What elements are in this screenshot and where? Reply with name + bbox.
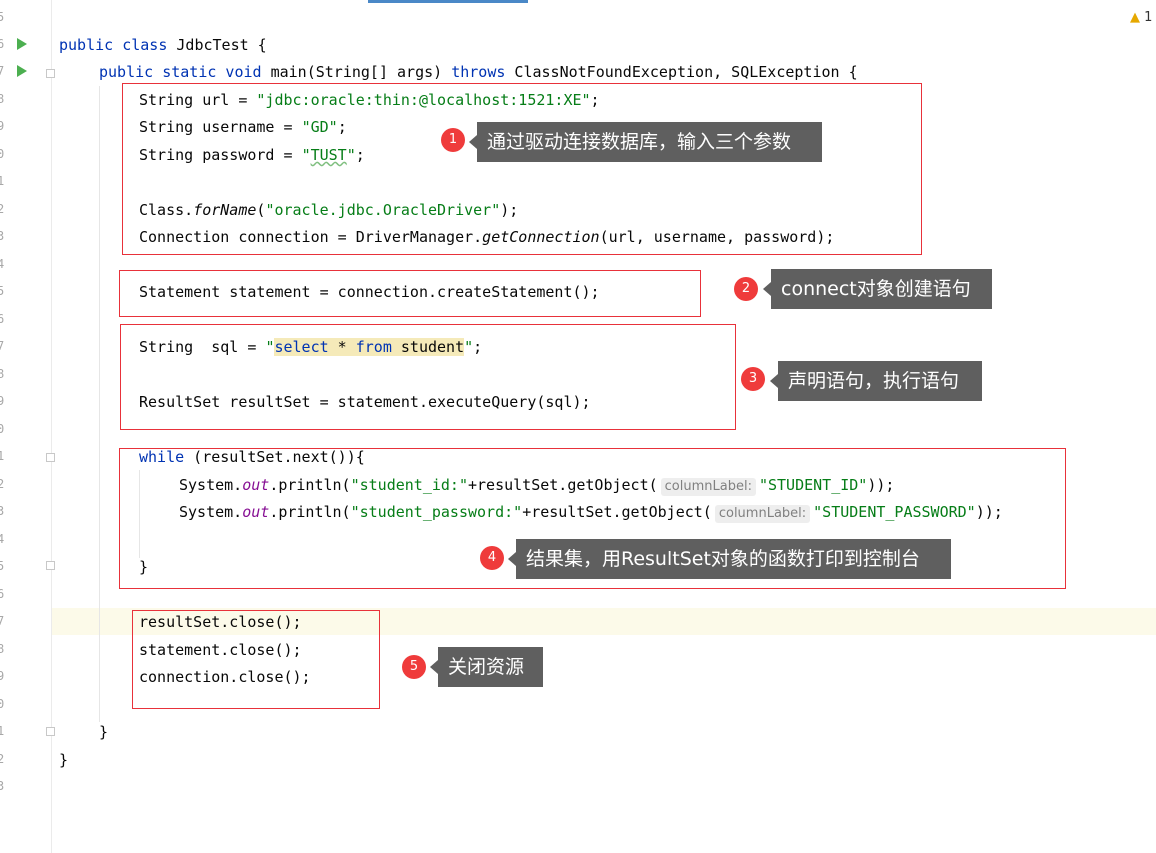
line-number: 9 <box>0 669 5 683</box>
line-number: 3 <box>0 229 5 243</box>
step-badge: 2 <box>734 277 758 301</box>
fold-marker-icon[interactable] <box>46 69 55 78</box>
warning-indicator[interactable]: ▲ 1 <box>1130 10 1152 25</box>
code-line[interactable]: public class JdbcTest { <box>59 35 267 55</box>
fold-marker-icon[interactable] <box>46 561 55 570</box>
line-number: 4 <box>0 257 5 271</box>
line-number: 6 <box>0 37 5 51</box>
step-badge: 3 <box>741 367 765 391</box>
line-number: 5 <box>0 284 5 298</box>
line-number: 4 <box>0 532 5 546</box>
callout-note: 声明语句，执行语句 <box>770 361 982 401</box>
line-number: 8 <box>0 92 5 106</box>
step-badge: 1 <box>441 128 465 152</box>
line-number: 1 <box>0 449 5 463</box>
annotation-box-close <box>132 610 380 709</box>
line-number: 7 <box>0 64 5 78</box>
fold-marker-icon[interactable] <box>46 453 55 462</box>
line-number: 9 <box>0 394 5 408</box>
line-number: 7 <box>0 614 5 628</box>
warning-triangle-icon: ▲ <box>1130 10 1140 25</box>
line-number: 5 <box>0 10 5 24</box>
code-line[interactable]: } <box>99 722 108 742</box>
line-number: 8 <box>0 642 5 656</box>
code-line[interactable]: public static void main(String[] args) t… <box>99 62 858 82</box>
run-main-icon[interactable] <box>17 65 27 77</box>
active-tab-indicator <box>368 0 528 3</box>
step-badge: 4 <box>480 546 504 570</box>
callout-note: connect对象创建语句 <box>763 269 992 309</box>
line-number: 7 <box>0 339 5 353</box>
line-number: 2 <box>0 202 5 216</box>
line-number: 6 <box>0 587 5 601</box>
line-number: 0 <box>0 422 5 436</box>
annotation-box-query <box>120 324 736 430</box>
line-number: 5 <box>0 559 5 573</box>
run-class-icon[interactable] <box>17 38 27 50</box>
line-number: 1 <box>0 174 5 188</box>
indent-guide <box>99 86 100 722</box>
line-number: 2 <box>0 752 5 766</box>
warning-count: 1 <box>1144 10 1153 25</box>
step-badge: 5 <box>402 655 426 679</box>
annotation-box-connect <box>122 83 922 255</box>
callout-note: 关闭资源 <box>430 647 543 687</box>
callout-note: 结果集，用ResultSet对象的函数打印到控制台 <box>508 539 951 579</box>
line-number-gutter: 5 6 7 8 9 0 1 2 3 4 5 6 7 8 9 0 1 2 3 4 … <box>0 0 52 853</box>
line-number: 0 <box>0 147 5 161</box>
line-number: 2 <box>0 477 5 491</box>
code-line[interactable]: } <box>59 750 68 770</box>
line-number: 8 <box>0 367 5 381</box>
fold-marker-icon[interactable] <box>46 727 55 736</box>
callout-note: 通过驱动连接数据库，输入三个参数 <box>469 122 822 162</box>
line-number: 9 <box>0 119 5 133</box>
line-number: 6 <box>0 312 5 326</box>
line-number: 3 <box>0 504 5 518</box>
line-number: 1 <box>0 724 5 738</box>
annotation-box-statement <box>119 270 701 317</box>
line-number: 3 <box>0 779 5 793</box>
line-number: 0 <box>0 697 5 711</box>
